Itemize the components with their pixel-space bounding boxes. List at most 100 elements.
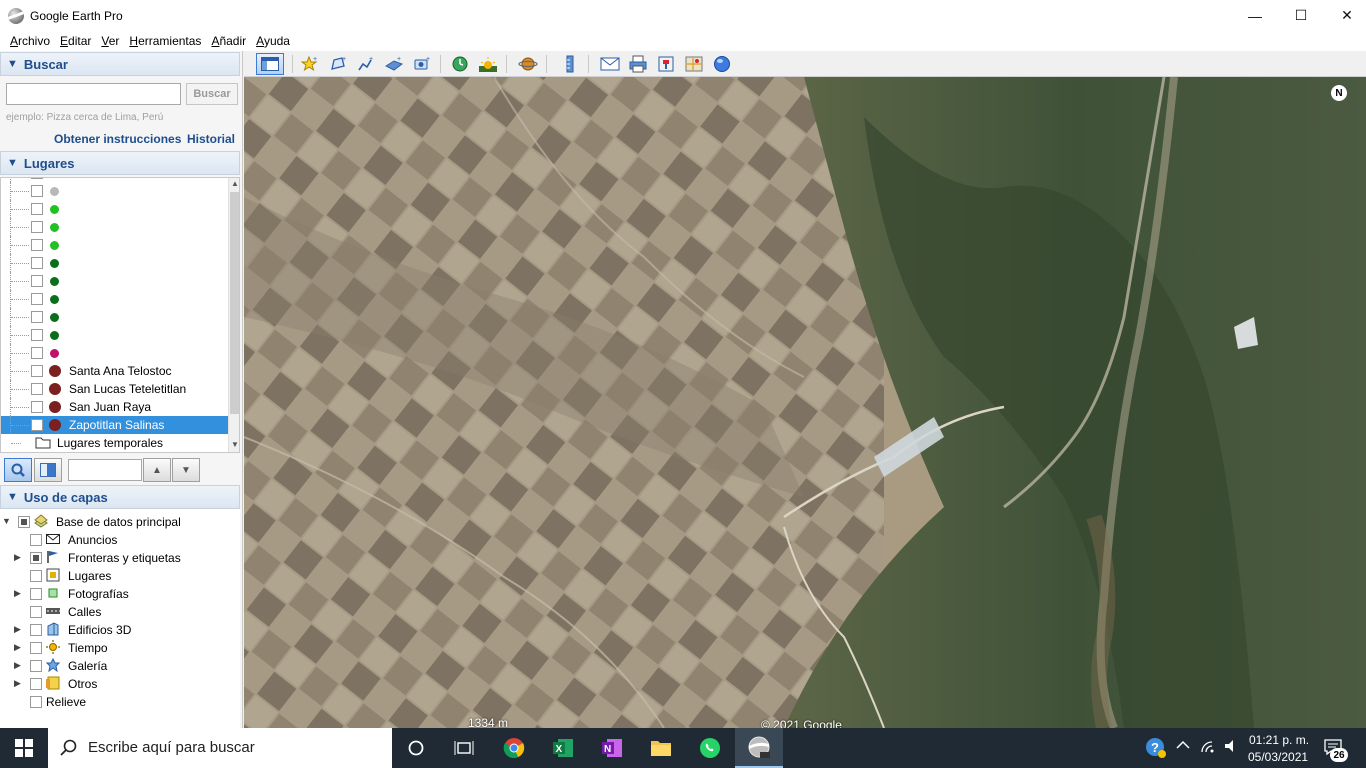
onenote-app[interactable]: N (588, 728, 636, 768)
layer-checkbox[interactable] (30, 624, 42, 636)
ruler-button[interactable] (558, 53, 582, 75)
scroll-up-icon[interactable]: ▲ (231, 179, 239, 188)
switch-planet-button[interactable] (516, 53, 540, 75)
file-explorer-app[interactable] (637, 728, 685, 768)
maximize-button[interactable]: ☐ (1278, 0, 1324, 31)
menu-archivo[interactable]: Archivo (5, 34, 55, 48)
earth-gallery-button[interactable] (710, 53, 734, 75)
expand-arrow-icon[interactable]: ▶ (14, 552, 21, 563)
layer-checkbox[interactable] (30, 678, 42, 690)
sidebar-toggle-button[interactable] (256, 53, 284, 75)
place-item[interactable] (1, 254, 229, 272)
menu-editar[interactable]: Editar (55, 34, 96, 48)
email-button[interactable] (598, 53, 622, 75)
add-placemark-button[interactable]: + (298, 53, 322, 75)
layer-checkbox[interactable] (30, 660, 42, 672)
place-checkbox[interactable] (31, 203, 43, 215)
record-tour-button[interactable]: + (410, 53, 434, 75)
place-item[interactable] (1, 290, 229, 308)
place-item[interactable] (1, 236, 229, 254)
menu-herramientas[interactable]: Herramientas (124, 34, 206, 48)
help-icon[interactable]: ? (1145, 737, 1167, 762)
layer-checkbox[interactable] (30, 696, 42, 708)
place-item[interactable] (1, 200, 229, 218)
tree-row-temp-folder[interactable]: Lugares temporales (1, 434, 229, 452)
places-filter-input[interactable] (68, 459, 142, 481)
place-checkbox[interactable] (31, 347, 43, 359)
place-item[interactable] (1, 308, 229, 326)
layer-item[interactable]: ▶ Fronteras y etiquetas (0, 549, 240, 567)
place-item[interactable] (1, 344, 229, 362)
layer-item[interactable]: ▶ Fotografías (0, 585, 240, 603)
search-input[interactable] (6, 83, 181, 105)
place-checkbox[interactable] (31, 383, 43, 395)
move-up-button[interactable]: ▲ (143, 458, 171, 482)
layer-checkbox[interactable] (30, 570, 42, 582)
layer-item[interactable]: ▼ Base de datos principal (0, 513, 240, 531)
place-checkbox[interactable] (31, 401, 43, 413)
expand-arrow-icon[interactable]: ▶ (14, 588, 21, 599)
place-checkbox[interactable] (31, 365, 43, 377)
place-item[interactable]: San Juan Raya (1, 398, 229, 416)
place-item[interactable] (1, 218, 229, 236)
chrome-app[interactable] (490, 728, 538, 768)
google-earth-app[interactable] (735, 728, 783, 768)
menu-ayuda[interactable]: Ayuda (251, 34, 295, 48)
menu-ver[interactable]: Ver (96, 34, 124, 48)
whatsapp-app[interactable] (686, 728, 734, 768)
minimize-button[interactable]: — (1232, 0, 1278, 31)
volume-icon[interactable] (1223, 738, 1241, 757)
taskbar-search-box[interactable]: Escribe aquí para buscar (48, 728, 392, 768)
layer-checkbox[interactable] (30, 642, 42, 654)
place-checkbox[interactable] (31, 329, 43, 341)
add-polygon-button[interactable]: + (326, 53, 350, 75)
place-item[interactable]: Santa Ana Telostoc (1, 362, 229, 380)
expand-arrow-icon[interactable]: ▶ (14, 624, 21, 635)
layer-checkbox[interactable] (30, 588, 42, 600)
chevron-up-icon[interactable] (1176, 738, 1190, 755)
layer-item[interactable]: ▶ Tiempo (0, 639, 240, 657)
sunlight-button[interactable] (476, 53, 500, 75)
task-view-button[interactable] (440, 728, 488, 768)
menu-anadir[interactable]: Añadir (206, 34, 251, 48)
place-checkbox[interactable] (31, 275, 43, 287)
search-panel-header[interactable]: ▼ Buscar (0, 52, 240, 76)
layer-checkbox[interactable] (30, 606, 42, 618)
layer-item[interactable]: Relieve (0, 693, 240, 711)
history-link[interactable]: Historial (187, 132, 235, 146)
add-image-overlay-button[interactable]: + (382, 53, 406, 75)
expand-arrow-icon[interactable]: ▶ (14, 642, 21, 653)
start-button[interactable] (0, 728, 48, 768)
layer-checkbox[interactable] (18, 516, 30, 528)
layer-item[interactable]: Lugares (0, 567, 240, 585)
layer-item[interactable]: ▶ Galería (0, 657, 240, 675)
panel-toggle-button[interactable] (34, 458, 62, 482)
layer-item[interactable]: Calles (0, 603, 240, 621)
search-places-button[interactable] (4, 458, 32, 482)
place-item[interactable] (1, 326, 229, 344)
place-checkbox[interactable] (31, 185, 43, 197)
search-button[interactable]: Buscar (186, 83, 238, 105)
place-checkbox[interactable] (31, 293, 43, 305)
layer-checkbox[interactable] (30, 534, 42, 546)
place-checkbox[interactable] (31, 178, 43, 179)
layers-panel-header[interactable]: ▼ Uso de capas (0, 485, 240, 509)
satellite-imagery[interactable] (244, 77, 1366, 728)
expand-arrow-icon[interactable]: ▶ (14, 660, 21, 671)
place-item[interactable]: San Lucas Teteletitlan (1, 380, 229, 398)
compass-north-icon[interactable]: N (1331, 85, 1347, 101)
layer-item[interactable]: ▶ Edificios 3D (0, 621, 240, 639)
collapse-arrow-icon[interactable]: ▼ (2, 516, 11, 526)
directions-link[interactable]: Obtener instrucciones (54, 132, 181, 146)
print-button[interactable] (626, 53, 650, 75)
map-view[interactable]: N 1334 m © 2021 Google (244, 77, 1366, 728)
move-down-button[interactable]: ▼ (172, 458, 200, 482)
scroll-thumb[interactable] (230, 192, 239, 414)
place-checkbox[interactable] (31, 419, 43, 431)
wifi-icon[interactable] (1200, 738, 1218, 757)
scroll-down-icon[interactable]: ▼ (231, 440, 239, 449)
place-checkbox[interactable] (31, 311, 43, 323)
layer-checkbox[interactable] (30, 552, 42, 564)
layer-item[interactable]: ▶ Otros (0, 675, 240, 693)
layer-item[interactable]: Anuncios (0, 531, 240, 549)
